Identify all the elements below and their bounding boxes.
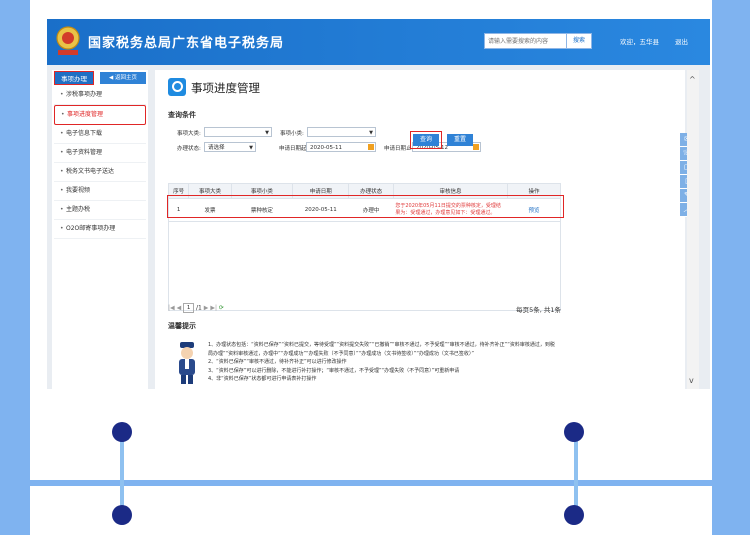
- sidebar: 事项办理 ◀ 返回主页 • 涉税事项办理 • 事项进度管理 • 电子信息下载 • 电子资…: [52, 70, 148, 389]
- type-select[interactable]: ▼: [204, 127, 272, 137]
- sidebar-item-delivery[interactable]: • 税务文书电子送达: [54, 163, 146, 182]
- subtype-label: 事项小类:: [280, 131, 304, 137]
- end-date-label: 申请日期止:: [384, 146, 414, 152]
- row-highlight: [167, 195, 564, 218]
- type-label: 事项大类:: [177, 131, 201, 137]
- bullet-icon: •: [60, 225, 64, 232]
- page-number-input[interactable]: 1: [183, 303, 195, 313]
- sidebar-item-progress[interactable]: • 事项进度管理: [54, 105, 146, 125]
- sidebar-item-label: O2O邮寄事项办理: [66, 225, 116, 232]
- timeline-dot: [564, 505, 584, 525]
- calendar-icon[interactable]: [368, 144, 374, 150]
- next-page-icon[interactable]: ▶: [204, 305, 209, 312]
- site-title: 国家税务总局广东省电子税务局: [88, 36, 285, 51]
- sidebar-item-label: 电子信息下载: [66, 130, 103, 137]
- timeline-dot: [564, 422, 584, 442]
- sidebar-item-video[interactable]: • 我要视频: [54, 182, 146, 201]
- tip-item: 3、“资料已保存”可以进行删除，不能进行补打操作；“审核不通过，不予受理”“办理…: [208, 367, 460, 374]
- back-home-label: 返回主页: [114, 75, 137, 81]
- total-pages: /1: [196, 304, 202, 312]
- timeline-dot: [112, 422, 132, 442]
- page-title: 事项进度管理: [191, 81, 260, 95]
- status-select[interactable]: 请选择 ▼: [204, 142, 256, 152]
- sidebar-item-label: 电子资料管理: [66, 149, 103, 156]
- search-input[interactable]: [484, 33, 567, 49]
- calendar-icon[interactable]: [473, 144, 479, 150]
- start-date-value: 2020-05-11: [310, 145, 342, 151]
- back-home-button[interactable]: ◀ 返回主页: [100, 72, 146, 84]
- chevron-down-icon: ▼: [369, 130, 373, 136]
- sidebar-item-label: 事项进度管理: [67, 111, 104, 118]
- welcome-text: 欢迎，五华县: [620, 38, 659, 46]
- pager-summary: 每页5条, 共1条: [516, 306, 561, 314]
- first-page-icon[interactable]: |◀: [168, 305, 175, 312]
- tab-task-handling[interactable]: 事项办理: [54, 71, 94, 85]
- page-background-left: [0, 0, 30, 535]
- sidebar-item-download[interactable]: • 电子信息下载: [54, 125, 146, 144]
- bullet-icon: •: [60, 149, 64, 156]
- timeline-bar-left: [120, 432, 124, 515]
- tip-item: 1、办理状态包括：“资料已保存”“资料已提交，等待受理”“资料提交失败”“已撤销…: [208, 342, 555, 357]
- bullet-icon: •: [60, 91, 64, 98]
- reset-button[interactable]: 重置: [447, 134, 473, 146]
- timeline-bar-right: [574, 432, 578, 515]
- sidebar-item-label: 税务文书电子送达: [66, 168, 115, 175]
- bullet-icon: •: [60, 206, 64, 213]
- start-date-label: 申请日期起:: [279, 146, 309, 152]
- search-button[interactable]: 搜索: [566, 33, 592, 49]
- search-icon: [168, 78, 186, 96]
- sidebar-item-theme[interactable]: • 主题办税: [54, 201, 146, 220]
- query-section-label: 查询条件: [168, 111, 196, 119]
- query-button[interactable]: 查询: [413, 134, 439, 146]
- tips-label: 温馨提示: [168, 322, 196, 330]
- sidebar-item-label: 主题办税: [66, 206, 91, 213]
- bullet-icon: •: [60, 187, 64, 194]
- scroll-down-icon[interactable]: v: [689, 376, 694, 385]
- bullet-icon: •: [60, 130, 64, 137]
- last-page-icon[interactable]: ▶|: [210, 305, 217, 312]
- tips-list: 1、办理状态包括：“资料已保存”“资料已提交，等待受理”“资料提交失败”“已撤销…: [208, 341, 558, 384]
- status-select-value: 请选择: [208, 145, 225, 151]
- sidebar-item-label: 涉税事项办理: [66, 91, 103, 98]
- tax-emblem-icon: [56, 26, 80, 55]
- portal-header: 国家税务总局广东省电子税务局 搜索 欢迎，五华县 退出: [47, 19, 710, 65]
- tip-item: 4、非“资料已保存”状态都可进行申请表补打操作: [208, 376, 317, 382]
- tax-portal-screen: 国家税务总局广东省电子税务局 搜索 欢迎，五华县 退出 事项办理 ◀ 返回主页 …: [47, 19, 710, 389]
- sidebar-item-o2o[interactable]: • O2O邮寄事项办理: [54, 220, 146, 239]
- scrollbar[interactable]: [687, 70, 699, 389]
- refresh-icon[interactable]: ⟳: [219, 305, 224, 312]
- chevron-down-icon: ▼: [265, 130, 269, 136]
- pager: |◀ ◀ 1 /1 ▶ ▶| ⟳ 每页5条, 共1条: [168, 303, 561, 314]
- logout-link[interactable]: 退出: [675, 36, 688, 46]
- bottom-card: [30, 486, 712, 535]
- prev-page-icon[interactable]: ◀: [177, 305, 182, 312]
- tip-item: 2、“资料已保存”“审核不通过，待补齐补正”可以进行修改操作: [208, 359, 347, 365]
- start-date-input[interactable]: 2020-05-11: [306, 142, 376, 152]
- subtype-select[interactable]: ▼: [307, 127, 376, 137]
- main-content: 事项进度管理 查询条件 事项大类: ▼ 事项小类: ▼ 办理状态: 请选择 ▼ 申…: [155, 70, 685, 389]
- chevron-down-icon: ▼: [249, 145, 253, 151]
- sidebar-item-label: 我要视频: [66, 187, 91, 194]
- status-label: 办理状态:: [177, 146, 201, 152]
- bullet-icon: •: [60, 168, 64, 175]
- sidebar-item-documents[interactable]: • 电子资料管理: [54, 144, 146, 163]
- page-background-right: [712, 0, 750, 535]
- bullet-icon: •: [61, 111, 65, 118]
- sidebar-item-tax-matters[interactable]: • 涉税事项办理: [54, 86, 146, 105]
- tax-officer-icon: [179, 342, 195, 384]
- timeline-dot: [112, 505, 132, 525]
- scroll-up-icon[interactable]: ^: [689, 75, 696, 84]
